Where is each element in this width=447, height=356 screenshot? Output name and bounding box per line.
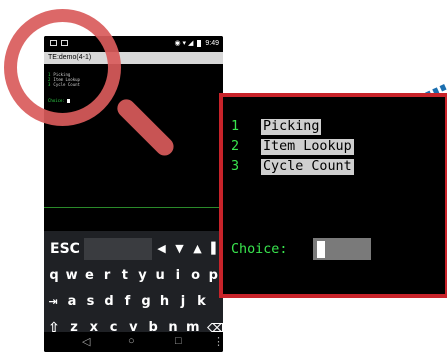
option-label-cycle-count: Cycle Count [261, 159, 354, 175]
option-label-item-lookup: Item Lookup [261, 139, 354, 155]
option-number: 1 [231, 119, 240, 134]
choice-cursor [317, 241, 325, 258]
zoomed-terminal-panel: 1 Picking 2 Item Lookup 3 Cycle Count Ch… [219, 93, 447, 298]
choice-label: Choice: [231, 242, 288, 257]
option-number: 3 [231, 159, 240, 174]
option-number: 2 [231, 139, 240, 154]
option-label-picking: Picking [261, 119, 322, 135]
